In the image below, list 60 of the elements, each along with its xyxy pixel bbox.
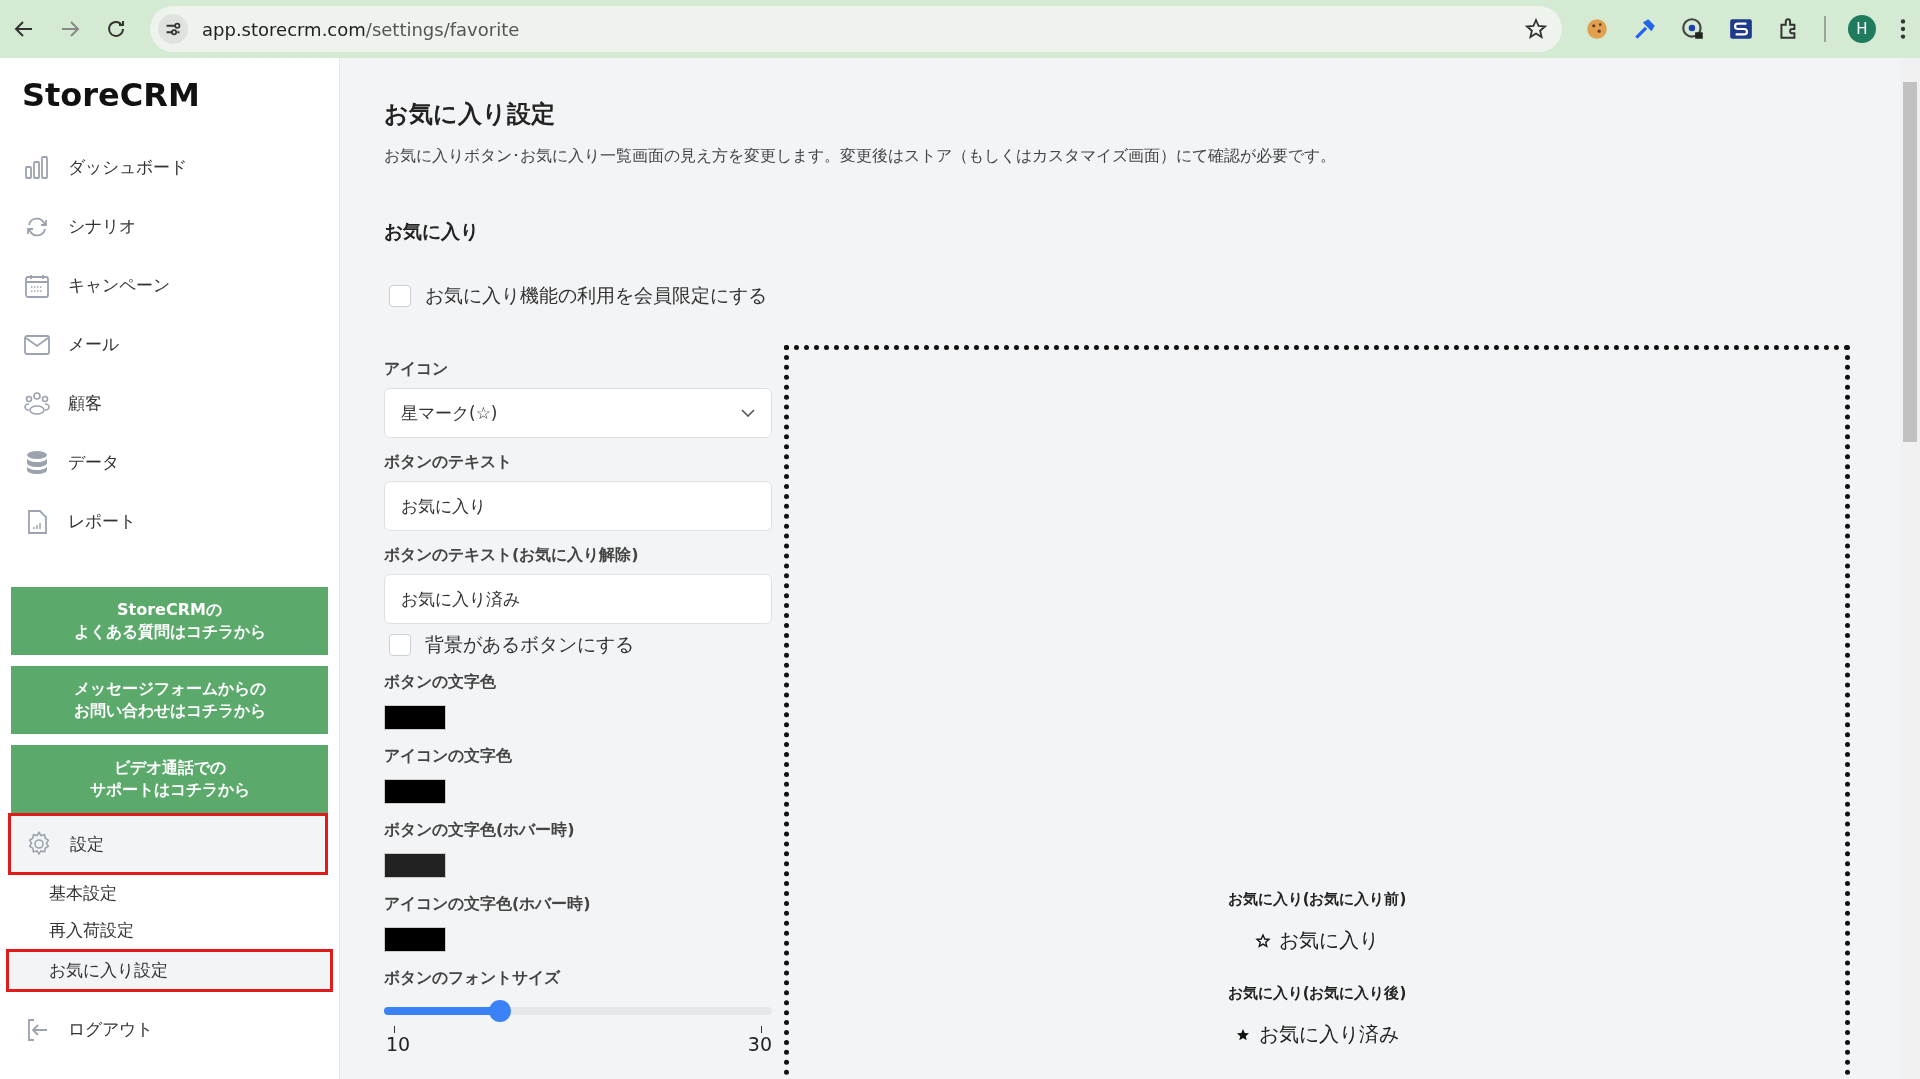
section-title: お気に入り: [384, 219, 480, 244]
favorite-preview-button[interactable]: お気に入り: [1255, 927, 1379, 954]
field-label: アイコンの文字色: [384, 746, 513, 767]
page-title: お気に入り設定: [384, 99, 556, 130]
bar-chart-icon: [24, 154, 50, 181]
slider-min-label: 10: [386, 1033, 411, 1055]
nav-item[interactable]: メール: [0, 315, 339, 374]
nav-item[interactable]: 設定: [8, 813, 328, 875]
color-swatch[interactable]: [384, 927, 446, 952]
lock-badge-icon[interactable]: [1680, 16, 1706, 42]
bookmark-star-icon[interactable]: [1524, 17, 1548, 41]
nav-item[interactable]: レポート: [0, 492, 339, 551]
hammer-icon[interactable]: [1632, 16, 1658, 42]
cookie-icon[interactable]: [1584, 16, 1610, 42]
field-label: ボタンのフォントサイズ: [384, 968, 562, 989]
profile-avatar[interactable]: H: [1848, 15, 1876, 43]
sub-nav-item[interactable]: 再入荷設定: [6, 912, 333, 949]
nav-item[interactable]: データ: [0, 433, 339, 492]
sub-nav-item[interactable]: お気に入り設定: [6, 949, 333, 992]
logo: StoreCRM: [21, 75, 201, 116]
text-input[interactable]: お気に入り済み: [384, 574, 772, 624]
database-icon: [24, 449, 50, 476]
nav-item[interactable]: キャンペーン: [0, 256, 339, 315]
menu-icon[interactable]: [1898, 16, 1908, 42]
color-swatch[interactable]: [384, 705, 446, 730]
address-bar[interactable]: app.storecrm.com/settings/favorite: [150, 6, 1562, 52]
scrollbar[interactable]: [1900, 58, 1920, 1079]
site-settings-icon[interactable]: [158, 14, 188, 44]
logout-item[interactable]: ログアウト: [0, 1000, 339, 1059]
checkbox[interactable]: [389, 285, 411, 307]
gear-icon: [26, 831, 52, 857]
nav-item[interactable]: 顧客: [0, 374, 339, 433]
page-description: お気に入りボタン･お気に入り一覧画面の見え方を変更します。変更後はストア（もしくはカスタマイズ画面）にて確認が必要です。: [384, 146, 1337, 167]
people-icon: [24, 390, 50, 417]
nav-item[interactable]: ダッシュボード: [0, 138, 339, 197]
checkbox-label: 背景があるボタンにする: [425, 632, 634, 657]
favorite-preview-button[interactable]: お気に入り済み: [1235, 1021, 1399, 1048]
icon-select[interactable]: 星マーク(☆): [384, 388, 772, 438]
color-swatch[interactable]: [384, 853, 446, 878]
field-label: アイコン: [384, 359, 449, 380]
field-label: ボタンのテキスト: [384, 452, 513, 473]
checkbox-label: お気に入り機能の利用を会員限定にする: [425, 283, 767, 308]
preview-label: お気に入り(お気に入り前): [1227, 890, 1407, 909]
s-logo-icon[interactable]: [1728, 16, 1754, 42]
field-label: ボタンの文字色: [384, 672, 497, 693]
star-outline-icon: [1255, 932, 1271, 949]
preview-label: お気に入り(お気に入り後): [1227, 984, 1407, 1003]
sub-nav-item[interactable]: 基本設定: [6, 875, 333, 912]
text-input[interactable]: お気に入り: [384, 481, 772, 531]
chevron-down-icon: [741, 409, 755, 417]
field-label: ボタンのテキスト(お気に入り解除): [384, 545, 640, 566]
slider-thumb[interactable]: [489, 1000, 512, 1022]
color-swatch[interactable]: [384, 779, 446, 804]
slider-max-label: 30: [747, 1033, 772, 1055]
scrollbar-thumb[interactable]: [1903, 82, 1917, 442]
nav-item[interactable]: シナリオ: [0, 197, 339, 256]
checkbox[interactable]: [389, 634, 411, 656]
calendar-icon: [24, 272, 50, 299]
field-label: アイコンの文字色(ホバー時): [384, 894, 592, 915]
field-label: ボタンの文字色(ホバー時): [384, 820, 576, 841]
